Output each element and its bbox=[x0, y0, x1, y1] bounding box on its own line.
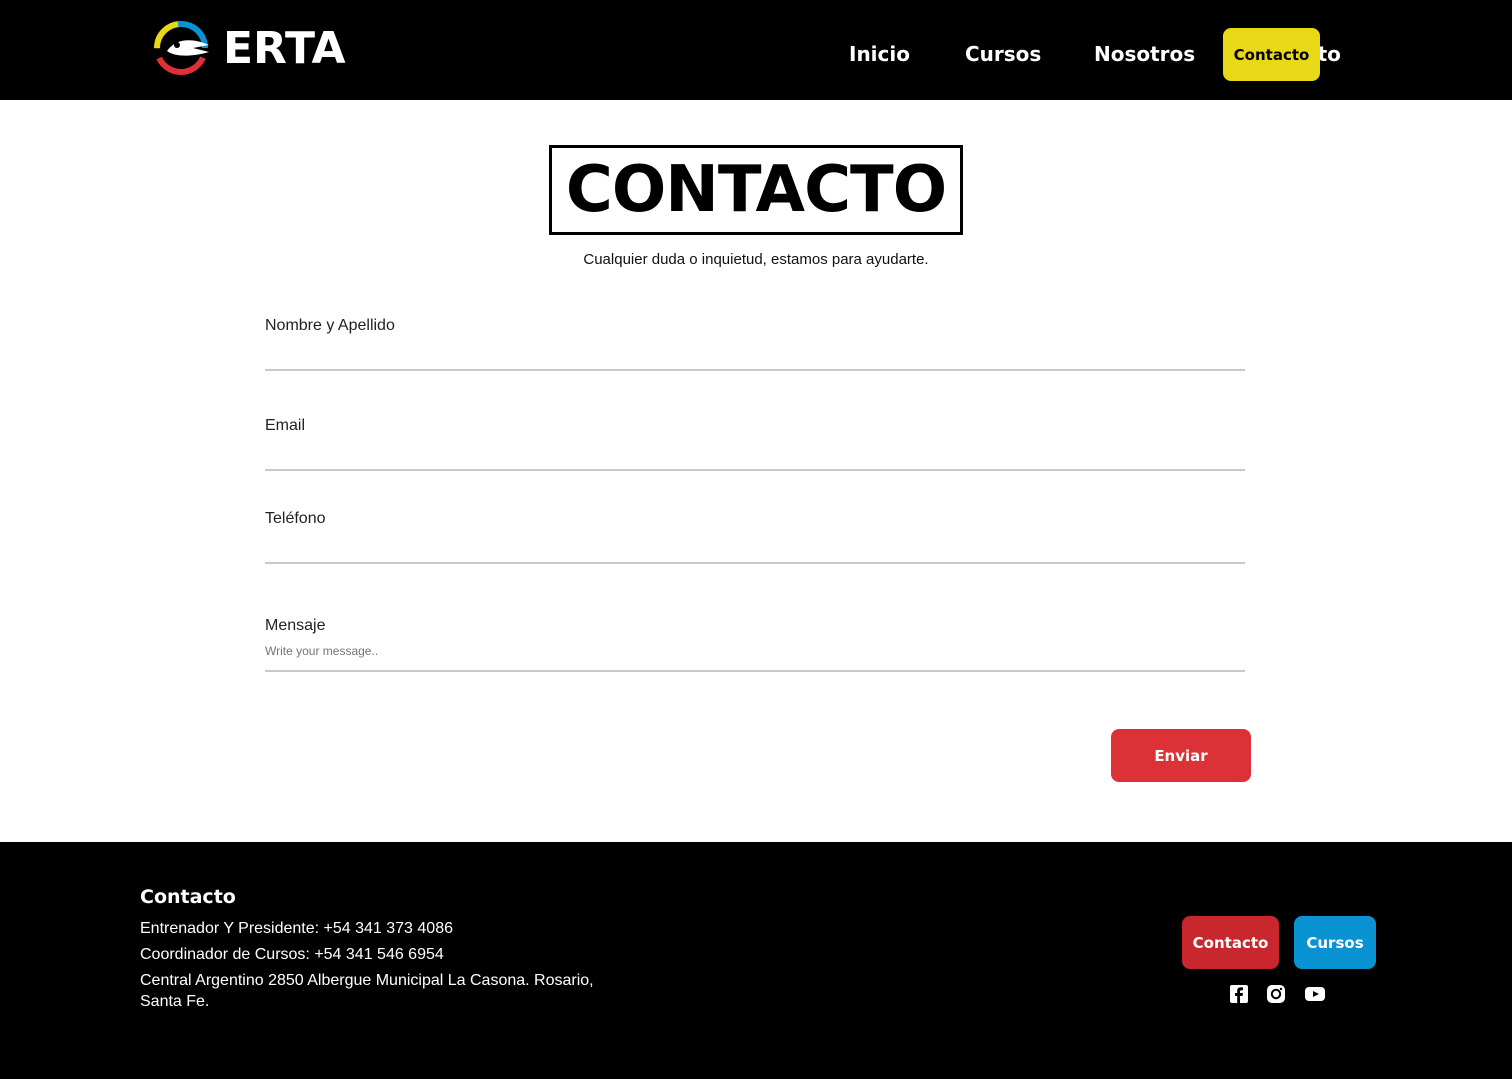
name-label: Nombre y Apellido bbox=[265, 317, 395, 334]
footer-contacto-button[interactable]: Contacto bbox=[1182, 916, 1279, 969]
send-button[interactable]: Enviar bbox=[1111, 729, 1251, 782]
message-input[interactable] bbox=[265, 642, 1245, 660]
phone-underline bbox=[265, 562, 1245, 564]
name-underline bbox=[265, 369, 1245, 371]
name-field[interactable]: Nombre y Apellido bbox=[265, 317, 1245, 373]
footer-coordinator-phone: Coordinador de Cursos: +54 341 546 6954 bbox=[140, 946, 444, 963]
brand-logo[interactable]: ERTA bbox=[153, 20, 346, 76]
footer-cursos-button[interactable]: Cursos bbox=[1294, 916, 1376, 969]
email-underline bbox=[265, 469, 1245, 471]
nav-cursos[interactable]: Cursos bbox=[965, 40, 1041, 68]
contacto-cta-button[interactable]: Contacto bbox=[1223, 28, 1320, 81]
logo-icon bbox=[154, 21, 209, 75]
email-label: Email bbox=[265, 417, 306, 434]
phone-label: Teléfono bbox=[265, 510, 326, 527]
nav-inicio[interactable]: Inicio bbox=[849, 40, 910, 68]
site-footer: Contacto Entrenador Y Presidente: +54 34… bbox=[0, 842, 1512, 1079]
nav-nosotros[interactable]: Nosotros bbox=[1094, 40, 1195, 68]
footer-title: Contacto bbox=[140, 886, 236, 908]
page-title: CONTACTO bbox=[565, 153, 947, 227]
page-title-box: CONTACTO bbox=[549, 145, 963, 235]
email-field[interactable]: Email bbox=[265, 417, 1245, 473]
footer-president-phone: Entrenador Y Presidente: +54 341 373 408… bbox=[140, 920, 453, 937]
facebook-icon[interactable] bbox=[1229, 984, 1249, 1004]
phone-field[interactable]: Teléfono bbox=[265, 510, 1245, 566]
page-subtitle: Cualquier duda o inquietud, estamos para… bbox=[583, 251, 929, 268]
message-label: Mensaje bbox=[265, 617, 326, 634]
instagram-icon[interactable] bbox=[1266, 984, 1286, 1004]
message-underline bbox=[265, 670, 1245, 672]
site-header: ERTA Inicio Cursos Nosotros Contacto Con… bbox=[0, 0, 1512, 100]
message-field: Mensaje bbox=[265, 617, 1245, 675]
brand-name: ERTA bbox=[223, 22, 346, 74]
footer-address: Central Argentino 2850 Albergue Municipa… bbox=[140, 972, 594, 1010]
youtube-icon[interactable] bbox=[1304, 984, 1326, 1004]
